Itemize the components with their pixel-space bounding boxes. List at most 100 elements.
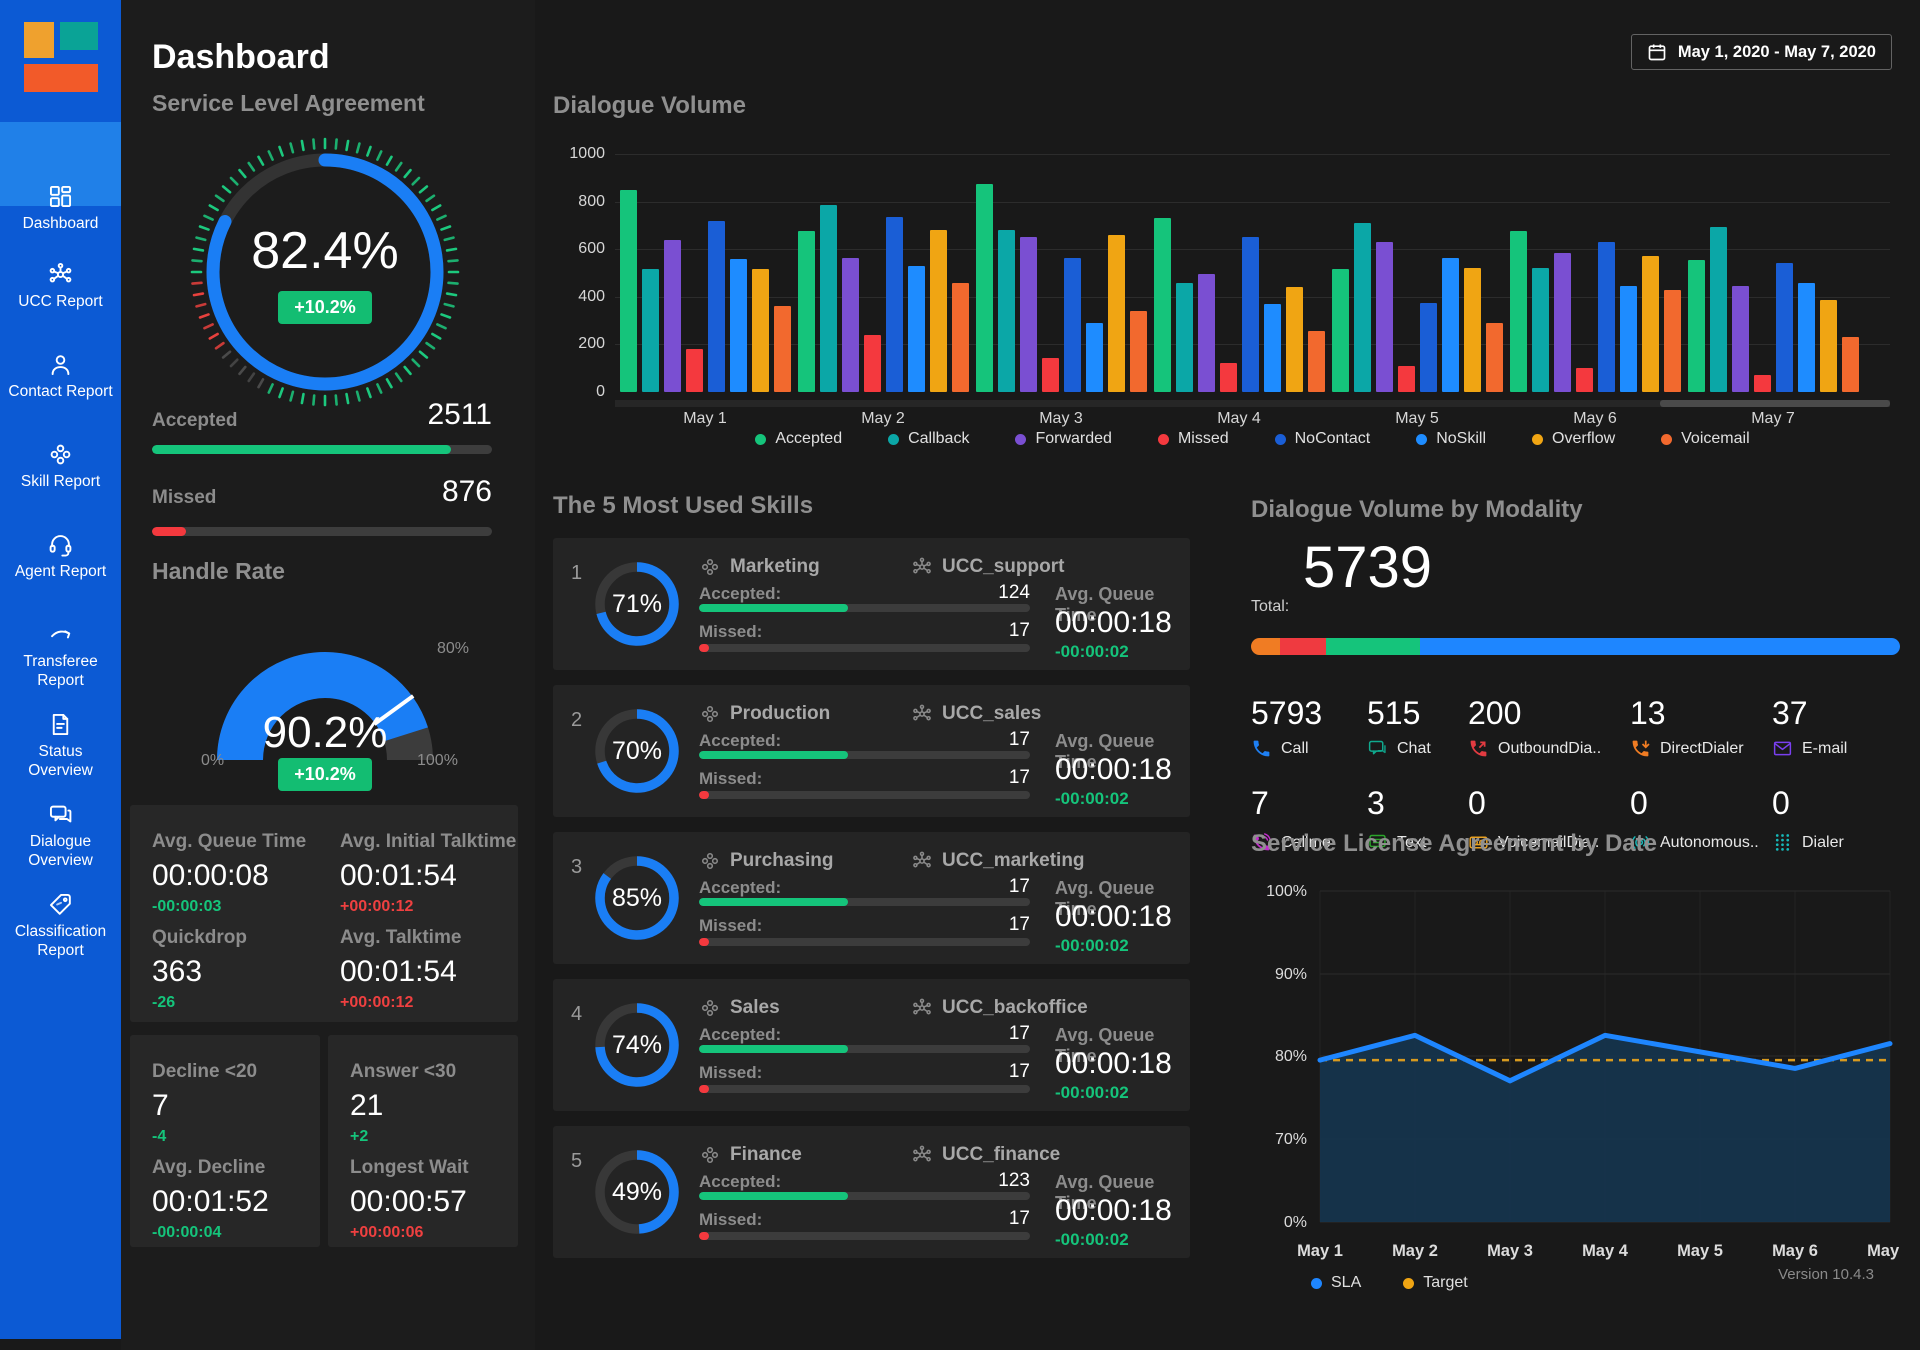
missed-bar <box>699 644 1030 652</box>
accepted-value: 124 <box>933 582 1030 604</box>
kpi-label: Avg. Talktime <box>340 927 461 949</box>
dialogue-volume-chart <box>615 154 1890 392</box>
missed-value: 17 <box>933 914 1030 936</box>
gauge-max-label: 100% <box>417 752 458 770</box>
bar-voicemail-may-7 <box>1842 337 1859 392</box>
modality-label: E-mail <box>1802 740 1847 758</box>
svg-text:May 5: May 5 <box>1677 1242 1723 1260</box>
sidebar-item-contact-report[interactable]: Contact Report <box>0 296 121 386</box>
sla-delta-badge: +10.2% <box>278 291 372 324</box>
legend-item-forwarded[interactable]: Forwarded <box>1015 430 1111 448</box>
legend-dot <box>1416 434 1427 445</box>
sidebar-item-dashboard[interactable]: Dashboard <box>0 122 121 206</box>
kpi-value: 7 <box>152 1089 257 1123</box>
kpi-delta: +2 <box>350 1128 456 1146</box>
x-axis-label: May 4 <box>1217 410 1261 428</box>
accepted-bar <box>699 1192 1030 1200</box>
handle-rate-delta-badge: +10.2% <box>278 758 372 791</box>
date-range-picker[interactable]: May 1, 2020 - May 7, 2020 <box>1631 34 1892 70</box>
left-panel: Dashboard Service Level Agreement 82.4% … <box>121 0 535 1350</box>
kpi-avg-queue-time: Avg. Queue Time00:00:08-00:00:03 <box>152 831 306 916</box>
bar-callback-may-7 <box>1710 227 1727 392</box>
kpi-value: 00:01:52 <box>152 1185 269 1219</box>
modality-title: Dialogue Volume by Modality <box>1251 496 1583 524</box>
kpi-label: Avg. Queue Time <box>152 831 306 853</box>
bar-nocontact-may-5 <box>1420 303 1437 392</box>
chat-icon <box>1367 738 1388 759</box>
kpi-avg-decline: Avg. Decline00:01:52-00:00:04 <box>152 1157 269 1242</box>
accepted-value: 2511 <box>427 398 492 432</box>
kpi-answer-30: Answer <3021+2 <box>350 1061 456 1146</box>
missed-label: Missed: <box>699 1063 762 1083</box>
modality-item-directdialer: DirectDialer <box>1630 738 1744 759</box>
queue-time-value: 00:00:18 <box>1055 1194 1172 1228</box>
missed-value: 17 <box>933 620 1030 642</box>
legend-dot <box>1158 434 1169 445</box>
sidebar-item-classification-report[interactable]: Classification Report <box>0 836 121 926</box>
x-axis-label: May 1 <box>683 410 727 428</box>
sidebar-item-dialogue-overview[interactable]: Dialogue Overview <box>0 746 121 836</box>
legend-item-voicemail[interactable]: Voicemail <box>1661 430 1749 448</box>
sidebar-item-transferee-report[interactable]: Transferee Report <box>0 566 121 656</box>
missed-bar <box>699 1232 1030 1240</box>
legend-item-target[interactable]: Target <box>1403 1274 1467 1292</box>
skill-icon <box>699 850 721 872</box>
sidebar-item-ucc-report[interactable]: UCC Report <box>0 206 121 296</box>
sidebar-item-status-overview[interactable]: Status Overview <box>0 656 121 746</box>
calendar-icon <box>1647 42 1667 62</box>
sidebar-item-agent-report[interactable]: Agent Report <box>0 476 121 566</box>
legend-label: NoSkill <box>1436 430 1486 448</box>
legend-item-accepted[interactable]: Accepted <box>755 430 842 448</box>
legend-item-callback[interactable]: Callback <box>888 430 969 448</box>
legend-label: Voicemail <box>1681 430 1749 448</box>
kpi-card-decline: Decline <207-4Avg. Decline00:01:52-00:00… <box>130 1035 320 1247</box>
accepted-bar <box>152 445 492 454</box>
bar-nocontact-may-7 <box>1776 263 1793 392</box>
legend-item-noskill[interactable]: NoSkill <box>1416 430 1486 448</box>
legend-item-sla[interactable]: SLA <box>1311 1274 1361 1292</box>
legend-item-nocontact[interactable]: NoContact <box>1275 430 1371 448</box>
legend-label: SLA <box>1331 1274 1361 1292</box>
queue-time-value: 00:00:18 <box>1055 606 1172 640</box>
ucc-name: UCC_support <box>942 556 1064 578</box>
modality-total-value: 5739 <box>1303 534 1432 601</box>
legend-dot <box>1311 1278 1322 1289</box>
accepted-bar <box>699 604 1030 612</box>
chart-legend: Accepted Callback Forwarded Missed NoContact… <box>615 430 1890 448</box>
sla-date-legend: SLA Target <box>1311 1274 1468 1292</box>
kpi-label: Quickdrop <box>152 927 247 949</box>
legend-item-overflow[interactable]: Overflow <box>1532 430 1615 448</box>
bar-forwarded-may-2 <box>842 258 859 392</box>
bar-noskill-may-7 <box>1798 283 1815 392</box>
sidebar-item-skill-report[interactable]: Skill Report <box>0 386 121 476</box>
legend-item-missed[interactable]: Missed <box>1158 430 1229 448</box>
skill-donut-percent: 74% <box>593 1001 681 1089</box>
svg-text:May 6: May 6 <box>1772 1242 1818 1260</box>
chart-scrollbar-thumb[interactable] <box>1660 400 1890 407</box>
skill-name: Purchasing <box>730 850 833 872</box>
queue-time-value: 00:00:18 <box>1055 753 1172 787</box>
queue-time-delta: -00:00:02 <box>1055 789 1129 809</box>
skill-name-row: Finance <box>699 1144 802 1166</box>
y-axis-tick: 0 <box>553 383 605 401</box>
bar-accepted-may-4 <box>1154 218 1171 392</box>
x-axis-label: May 6 <box>1573 410 1617 428</box>
legend-dot <box>755 434 766 445</box>
bar-missed-may-7 <box>1754 375 1771 392</box>
modality-label: Chat <box>1397 740 1431 758</box>
bar-overflow-may-4 <box>1286 287 1303 392</box>
svg-text:May 1: May 1 <box>1297 1242 1343 1260</box>
bar-noskill-may-5 <box>1442 258 1459 392</box>
bar-noskill-may-3 <box>1086 323 1103 392</box>
modality-segment-0 <box>1251 638 1280 655</box>
modality-value-voicemaildia: 0 <box>1468 785 1486 822</box>
accepted-label: Accepted: <box>699 731 781 751</box>
queue-time-delta: -00:00:02 <box>1055 1083 1129 1103</box>
kpi-delta: -00:00:04 <box>152 1224 269 1242</box>
bar-nocontact-may-1 <box>708 221 725 392</box>
skills-title: The 5 Most Used Skills <box>553 492 813 520</box>
bar-missed-may-5 <box>1398 366 1415 392</box>
bar-callback-may-3 <box>998 230 1015 392</box>
accepted-label: Accepted: <box>699 584 781 604</box>
chart-scrollbar[interactable] <box>615 400 1890 407</box>
